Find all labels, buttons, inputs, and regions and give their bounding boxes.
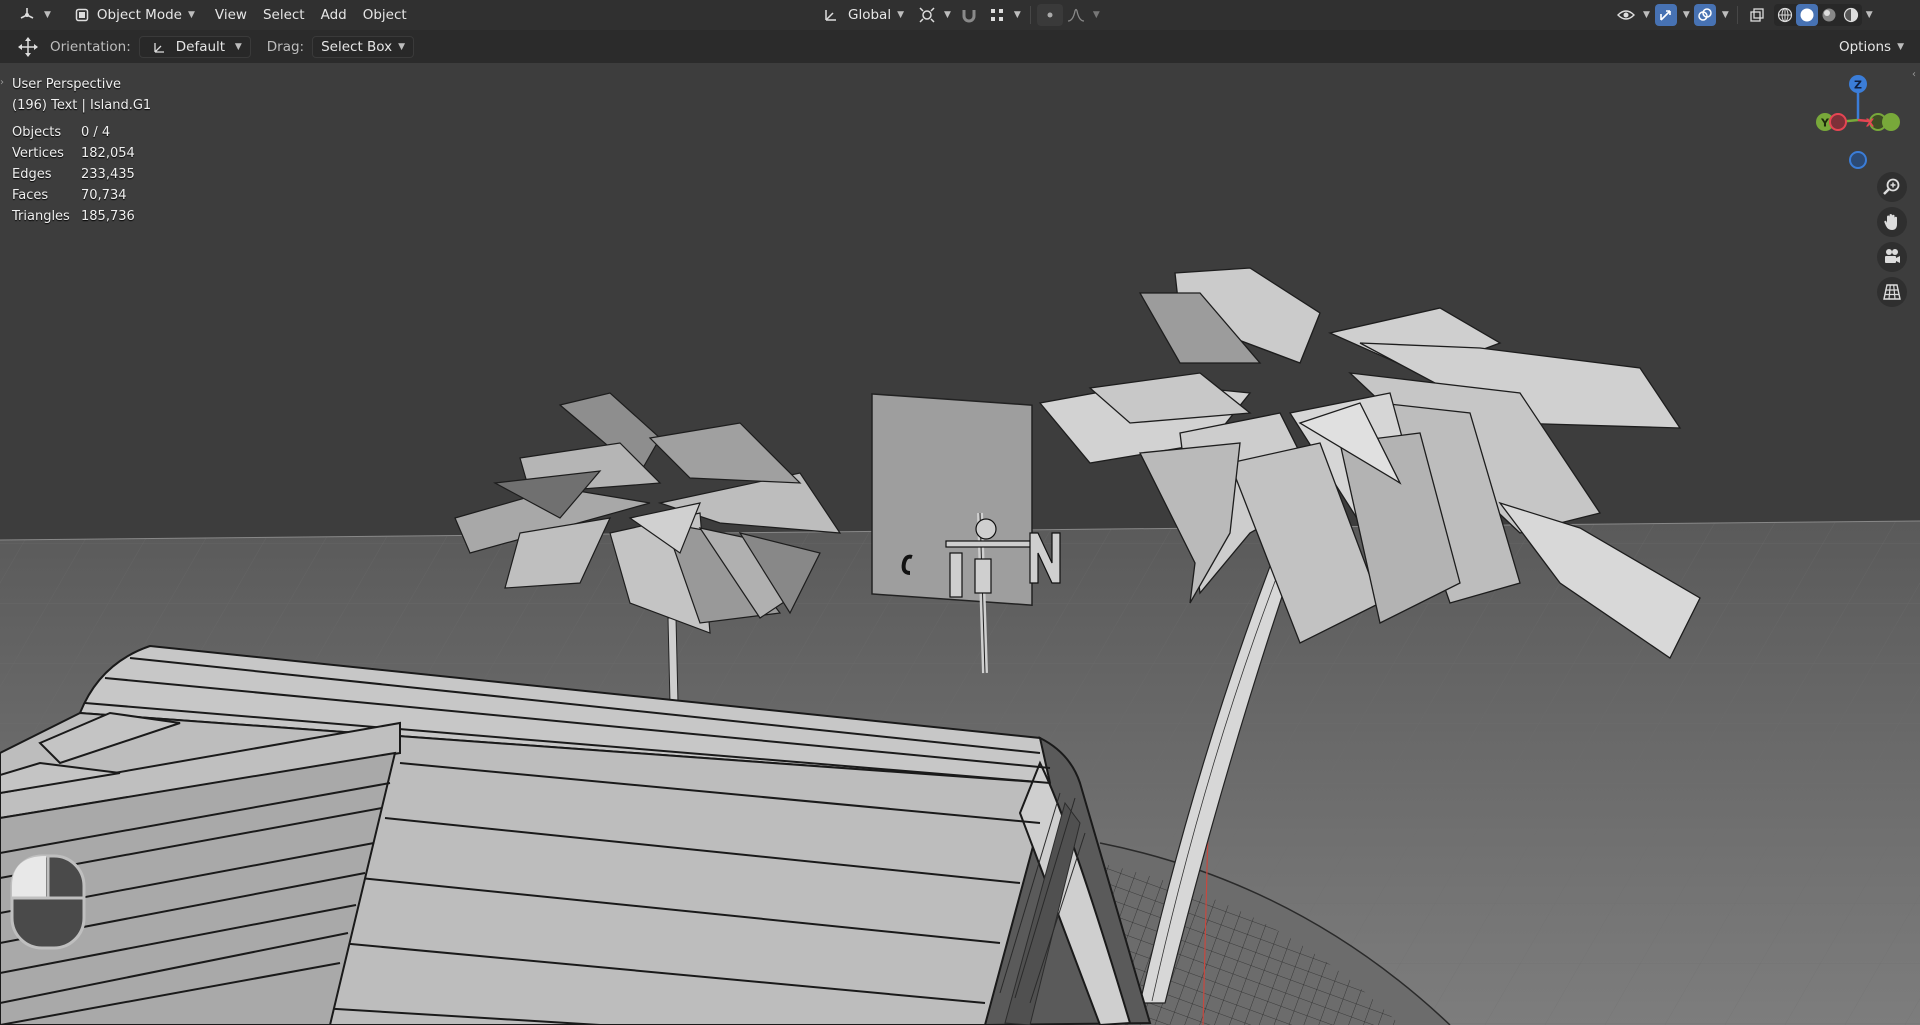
overlays-toggle[interactable]: ▼ [1692,4,1731,26]
chevron-down-icon: ▼ [1721,10,1729,20]
stat-value: 0 / 4 [81,125,111,140]
3d-viewport[interactable]: › ‹ [0,63,1920,1025]
zoom-button[interactable] [1877,172,1907,202]
shading-options-chevron-icon[interactable]: ▼ [1866,10,1873,20]
pivot-point-dropdown[interactable]: ▼ [912,4,955,26]
hand-pan-icon [1881,211,1903,233]
gizmo-pos-axis[interactable] [1882,113,1900,131]
snap-toggle[interactable] [955,4,983,26]
stat-value: 233,435 [81,167,135,182]
chevron-down-icon: ▼ [1897,41,1904,52]
snap-grid-icon [986,4,1008,26]
sidebar-expand-icon[interactable]: ‹ [1912,69,1920,87]
gizmo-toggle[interactable]: ▼ [1653,4,1692,26]
snap-target-dropdown[interactable]: ▼ [983,4,1024,26]
drag-field-label: Drag: [266,38,305,55]
proportional-edit-toggle[interactable] [1036,4,1063,26]
options-label: Options [1838,38,1892,55]
chevron-down-icon: ▼ [1643,10,1650,20]
editor-type-button[interactable]: ▼ [12,4,55,26]
scene-statistics: Objects 0 / 4 Vertices 182,054 Edges 233,43… [12,122,135,227]
solid-shading-icon[interactable] [1795,4,1818,26]
magnet-icon [958,4,980,26]
chevron-down-icon: ▼ [187,10,195,20]
drag-value: Select Box [321,38,393,55]
mouse-button-hint-icon [10,854,86,950]
view-perspective-label: User Perspective [12,77,122,92]
zoom-icon [1881,176,1903,198]
gizmo-icon [1654,4,1677,26]
navigation-gizmo[interactable]: Z Y X [1808,70,1908,180]
menu-select[interactable]: Select [255,4,313,26]
move-transform-icon[interactable] [16,35,40,59]
stat-value: 70,734 [81,188,127,203]
divider [1736,6,1738,24]
menu-object[interactable]: Object [355,4,415,26]
viewport-header: ▼ Object Mode ▼ View Select Add Object G… [0,0,1920,30]
rendered-shading-icon[interactable] [1840,4,1862,26]
chevron-down-icon: ▼ [398,41,406,52]
viewport-stats-overlay: User Perspective (196) Text | Island.G1 … [12,74,151,227]
stat-value: 182,054 [81,146,135,161]
options-dropdown[interactable]: Options ▼ [1831,36,1912,58]
falloff-dropdown[interactable]: ▼ [1063,4,1102,26]
menu-add[interactable]: Add [313,4,355,26]
active-object-context: (196) Text | Island.G1 [12,98,152,113]
chevron-down-icon: ▼ [944,10,951,20]
material-preview-icon[interactable] [1818,4,1840,26]
transform-orientation-dropdown[interactable]: Global ▼ [812,4,912,26]
gizmo-z-label: Z [1854,79,1862,92]
object-mode-icon [71,4,93,26]
drag-dropdown[interactable]: Select Box ▼ [312,35,415,58]
chevron-down-icon: ▼ [1682,10,1690,20]
falloff-curve-icon [1065,4,1087,26]
orientation-axes-icon [820,4,842,26]
chevron-down-icon: ▼ [44,10,51,20]
gizmo-neg-z-axis[interactable] [1849,151,1867,169]
tool-settings-bar: Orientation: Default ▼ Drag: Select Box … [0,30,1920,64]
menu-view[interactable]: View [207,4,255,26]
3d-viewport-icon [16,4,38,26]
chevron-down-icon: ▼ [897,10,904,20]
stat-key: Faces [12,188,49,203]
orientation-field-label: Orientation: [50,38,131,55]
viewport-scene [0,63,1920,1025]
orientation-dropdown[interactable]: Default ▼ [138,35,251,58]
camera-icon [1881,246,1903,268]
default-orientation-icon [148,36,170,58]
stat-key: Objects [12,125,62,140]
xray-icon [1746,4,1768,26]
mode-dropdown[interactable]: Object Mode ▼ [63,4,203,26]
chevron-down-icon: ▼ [1092,10,1100,20]
stat-key: Edges [12,167,52,182]
overlays-icon [1693,4,1716,26]
toolbar-expand-icon[interactable]: › [0,77,8,95]
gizmo-x-label: X [1866,117,1875,130]
mode-label: Object Mode [96,7,182,23]
stat-key: Triangles [12,209,70,224]
chevron-down-icon: ▼ [1013,10,1021,20]
pan-button[interactable] [1877,207,1907,237]
gizmo-neg-x-axis[interactable] [1829,113,1847,131]
gizmo-y-label: Y [1820,117,1830,130]
orientation-value: Default [175,38,226,55]
grid-ortho-icon [1881,281,1903,303]
visibility-dropdown[interactable]: ▼ [1612,4,1653,26]
camera-view-button[interactable] [1877,242,1907,272]
divider [1029,6,1031,24]
xray-toggle[interactable] [1744,4,1770,26]
stat-key: Vertices [12,146,64,161]
stat-value: 185,736 [81,209,135,224]
wireframe-shading-icon[interactable] [1774,4,1796,26]
chevron-down-icon: ▼ [234,41,242,52]
orientation-label: Global [848,7,892,23]
eye-icon [1615,4,1637,26]
pivot-point-icon [916,4,938,26]
proportional-edit-icon [1039,4,1061,26]
ortho-toggle-button[interactable] [1877,277,1907,307]
